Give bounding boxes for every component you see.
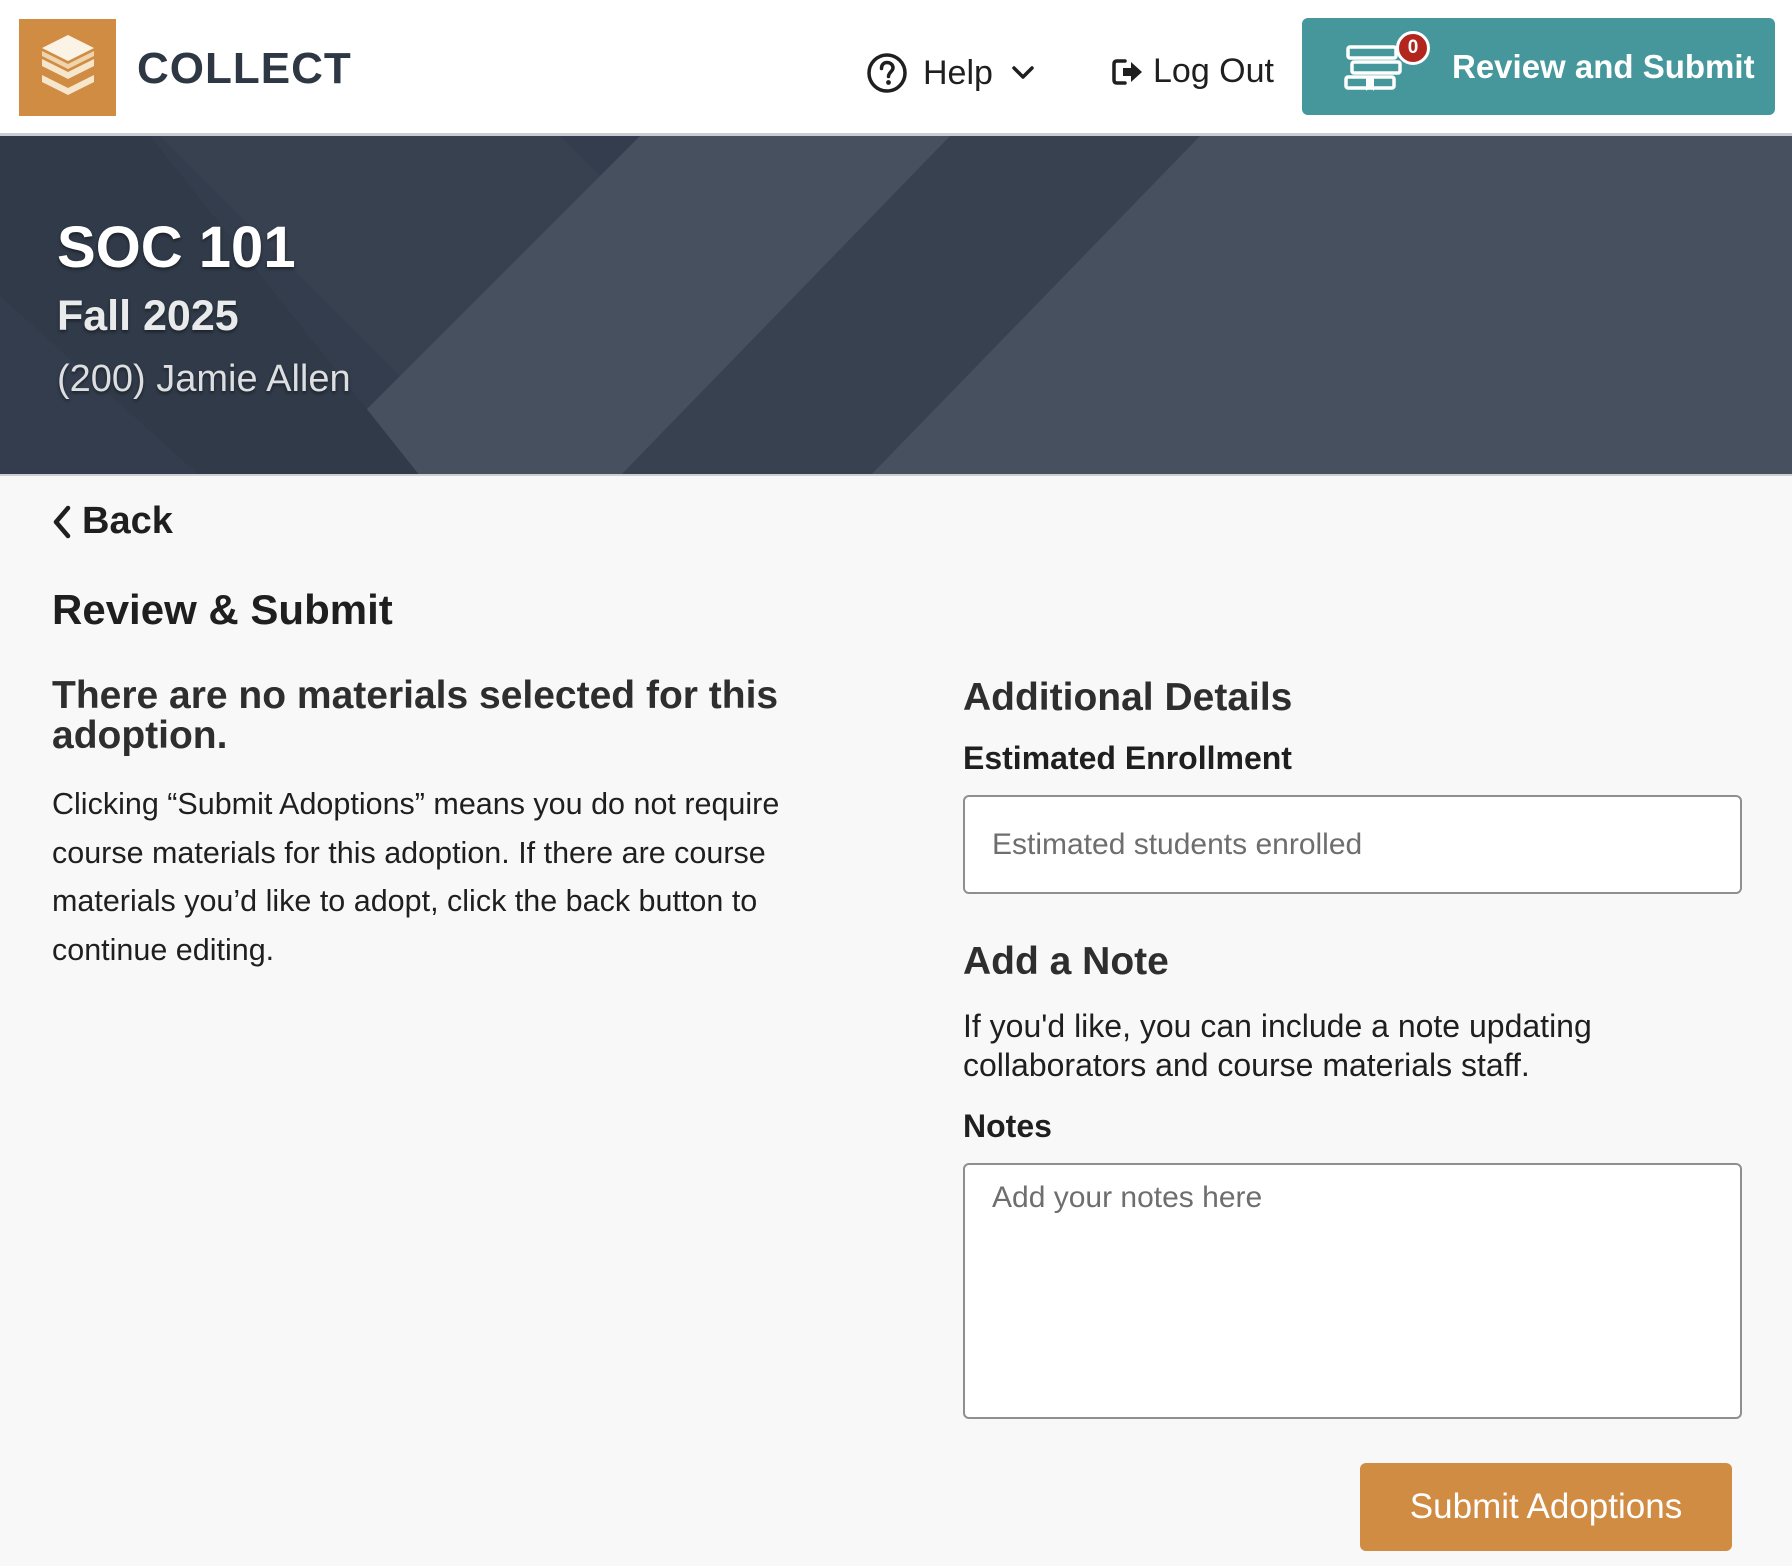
- enrollment-input[interactable]: [963, 795, 1742, 894]
- help-menu[interactable]: Help: [866, 52, 1037, 94]
- notes-textarea[interactable]: [963, 1163, 1742, 1419]
- submit-explanation: Clicking “Submit Adoptions” means you do…: [52, 787, 780, 967]
- add-note-description: If you'd like, you can include a note up…: [963, 1008, 1592, 1083]
- no-materials-heading: There are no materials selected for this…: [52, 674, 779, 757]
- course-banner: SOC 101 Fall 2025 (200) Jamie Allen: [0, 136, 1792, 476]
- notes-label: Notes: [963, 1108, 1052, 1144]
- layers-stack-icon: [41, 34, 94, 95]
- brand-name: COLLECT: [137, 44, 352, 93]
- banner-background: [0, 136, 1792, 474]
- chevron-down-icon: [1012, 66, 1034, 79]
- back-link[interactable]: Back: [50, 500, 173, 543]
- cart-icon-wrap: 0: [1344, 30, 1430, 95]
- additional-details-title: Additional Details: [963, 676, 1293, 719]
- review-and-submit-button[interactable]: 0 Review and Submit: [1302, 18, 1775, 115]
- top-header: COLLECT Help Log Out 0 Review and Submit: [0, 0, 1792, 136]
- course-code: SOC 101: [57, 215, 296, 280]
- sign-out-icon: [1112, 58, 1142, 85]
- enrollment-label: Estimated Enrollment: [963, 740, 1292, 776]
- logout-link[interactable]: Log Out: [1111, 52, 1274, 91]
- review-and-submit-label: Review and Submit: [1452, 47, 1755, 85]
- add-note-title: Add a Note: [963, 940, 1169, 983]
- course-term: Fall 2025: [57, 292, 239, 340]
- page-title: Review & Submit: [52, 586, 393, 633]
- submit-adoptions-button[interactable]: Submit Adoptions: [1360, 1463, 1732, 1551]
- cart-count-badge: 0: [1396, 30, 1430, 65]
- question-circle-icon: [867, 53, 907, 93]
- back-label: Back: [82, 500, 173, 542]
- help-label: Help: [923, 53, 993, 92]
- logout-label: Log Out: [1153, 52, 1274, 90]
- chevron-left-icon: [53, 505, 71, 538]
- logo[interactable]: [19, 19, 116, 116]
- section-instructor: (200) Jamie Allen: [57, 358, 351, 400]
